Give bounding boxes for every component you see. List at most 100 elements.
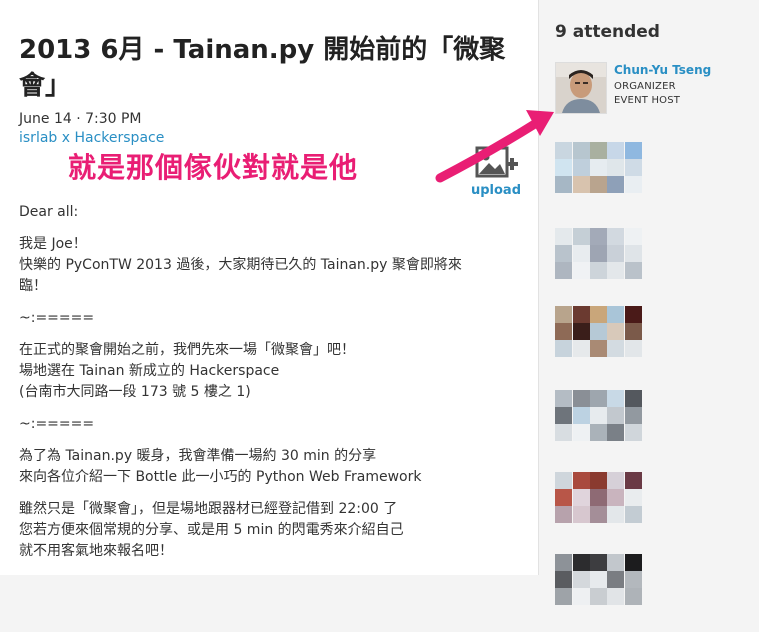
attendee-avatar-tile <box>555 390 572 407</box>
attendee-avatar-tile <box>555 407 572 424</box>
attendee-avatar-tile <box>590 306 607 323</box>
attendee-avatar-tile <box>607 323 624 340</box>
attendee-avatar-tile <box>590 390 607 407</box>
attendee-avatar-tile <box>555 176 572 193</box>
attendee-avatar-tile <box>555 571 572 588</box>
attendee-avatar-tile <box>555 245 572 262</box>
attendee-avatar-tile <box>590 472 607 489</box>
attendee-avatar-tile <box>607 340 624 357</box>
attendee-avatar-tile <box>625 390 642 407</box>
attendee-avatar-tile <box>607 472 624 489</box>
attendee-avatar-tile <box>607 245 624 262</box>
attendee-avatar-tile <box>573 472 590 489</box>
annotation-callout: 就是那個傢伙對就是他 <box>68 151 359 184</box>
attendee-avatar-tile <box>625 262 642 279</box>
attendee-avatar-tile <box>607 159 624 176</box>
attendee-avatar-tile <box>607 424 624 441</box>
attendee-avatar-tile <box>555 472 572 489</box>
description-paragraph: 雖然只是「微聚會」，但是場地跟器材已經登記借到 22:00 了 您若方便來個常規… <box>19 501 404 559</box>
attendee-avatar-tile <box>573 407 590 424</box>
attendee-avatar-tile <box>607 407 624 424</box>
attendee-avatar-tile <box>590 159 607 176</box>
attendee-avatar-tile <box>625 176 642 193</box>
attendee-avatar-group[interactable] <box>549 124 642 220</box>
attendee-avatar-tile <box>590 506 607 523</box>
attendee-avatar-tile <box>625 489 642 506</box>
greeting: Dear all: <box>19 204 79 220</box>
organizer-card[interactable]: Chun-Yu Tseng ORGANIZER EVENT HOST <box>555 62 755 114</box>
attendee-avatar-tile <box>625 588 642 605</box>
attendee-avatar-tile <box>555 228 572 245</box>
attendee-avatar-group[interactable] <box>549 288 642 384</box>
description-paragraph: 在正式的聚會開始之前，我們先來一場「微聚會」吧！ 場地選在 Tainan 新成立… <box>19 342 355 400</box>
attendee-avatar-tile <box>590 489 607 506</box>
event-description: Dear all: 我是 Joe！ 快樂的 PyConTW 2013 過後，大家… <box>19 202 519 573</box>
attendee-avatar-tile <box>590 176 607 193</box>
person-photo <box>556 63 606 113</box>
attendee-avatar-tile <box>555 588 572 605</box>
attendee-avatar-tile <box>625 506 642 523</box>
attendee-avatar-tile <box>573 176 590 193</box>
attendee-avatar-tile <box>607 142 624 159</box>
attendee-avatar-tile <box>573 506 590 523</box>
attendee-avatar-group[interactable] <box>549 536 642 632</box>
attendee-avatar-tile <box>607 571 624 588</box>
attendee-avatar-tile <box>625 407 642 424</box>
attendee-avatar-tile <box>625 228 642 245</box>
attendee-avatar-tile <box>607 489 624 506</box>
attendee-avatar-tile <box>607 554 624 571</box>
attendee-avatar-tile <box>573 489 590 506</box>
attendee-avatar-tile <box>555 262 572 279</box>
attendee-avatar-tile <box>555 159 572 176</box>
attendee-avatar-tile <box>555 489 572 506</box>
attendee-avatar-tile <box>625 159 642 176</box>
attendee-avatar-tile <box>625 472 642 489</box>
avatar[interactable] <box>555 62 607 114</box>
attendee-avatar-tile <box>573 323 590 340</box>
attendee-avatar-tile <box>573 262 590 279</box>
organizer-role: ORGANIZER <box>614 81 676 92</box>
attendee-avatar-tile <box>607 588 624 605</box>
attendee-avatar-tile <box>607 176 624 193</box>
attendee-avatar-tile <box>573 390 590 407</box>
host-role: EVENT HOST <box>614 95 681 106</box>
attendee-avatar-tile <box>573 142 590 159</box>
attendee-avatar-tile <box>590 407 607 424</box>
attendee-avatar-tile <box>573 571 590 588</box>
upload-button[interactable]: upload <box>468 146 524 202</box>
attendee-avatar-tile <box>625 142 642 159</box>
attended-count: 9 attended <box>555 22 660 42</box>
attendee-avatar-tile <box>607 506 624 523</box>
attendee-avatar-tile <box>590 588 607 605</box>
attendee-avatar-tile <box>607 390 624 407</box>
attendee-avatar-tile <box>555 340 572 357</box>
separator: ~:===== <box>19 416 95 432</box>
attendee-avatar-tile <box>573 306 590 323</box>
attendee-avatar-tile <box>555 323 572 340</box>
attendee-avatar-tile <box>590 571 607 588</box>
organizer-name-link[interactable]: Chun-Yu Tseng <box>614 62 711 78</box>
event-venue-link[interactable]: isrlab x Hackerspace <box>19 129 164 147</box>
event-title: 2013 6月 - Tainan.py 開始前的「微聚會」 <box>19 35 506 101</box>
attendee-avatar-tile <box>590 424 607 441</box>
attendee-avatar-tile <box>625 323 642 340</box>
attendee-avatar-tile <box>573 340 590 357</box>
attendee-avatar-tile <box>607 228 624 245</box>
description-paragraph: 為了為 Tainan.py 暖身，我會準備一場約 30 min 的分享 來向各位… <box>19 448 422 485</box>
separator: ~:===== <box>19 310 95 326</box>
attendee-avatar-tile <box>555 306 572 323</box>
attendee-avatar-tile <box>573 424 590 441</box>
attendee-avatar-tile <box>590 142 607 159</box>
attendee-avatar-tile <box>555 506 572 523</box>
attendee-avatar-tile <box>625 571 642 588</box>
attendee-avatar-tile <box>625 245 642 262</box>
attendee-avatar-tile <box>555 142 572 159</box>
attendee-avatar-tile <box>590 262 607 279</box>
attendee-avatar-tile <box>625 340 642 357</box>
attendee-avatar-tile <box>573 554 590 571</box>
image-upload-icon <box>475 146 518 178</box>
attendee-avatar-tile <box>625 306 642 323</box>
attendee-avatar-tile <box>625 554 642 571</box>
attendee-avatar-tile <box>573 588 590 605</box>
upload-label: upload <box>470 183 522 198</box>
